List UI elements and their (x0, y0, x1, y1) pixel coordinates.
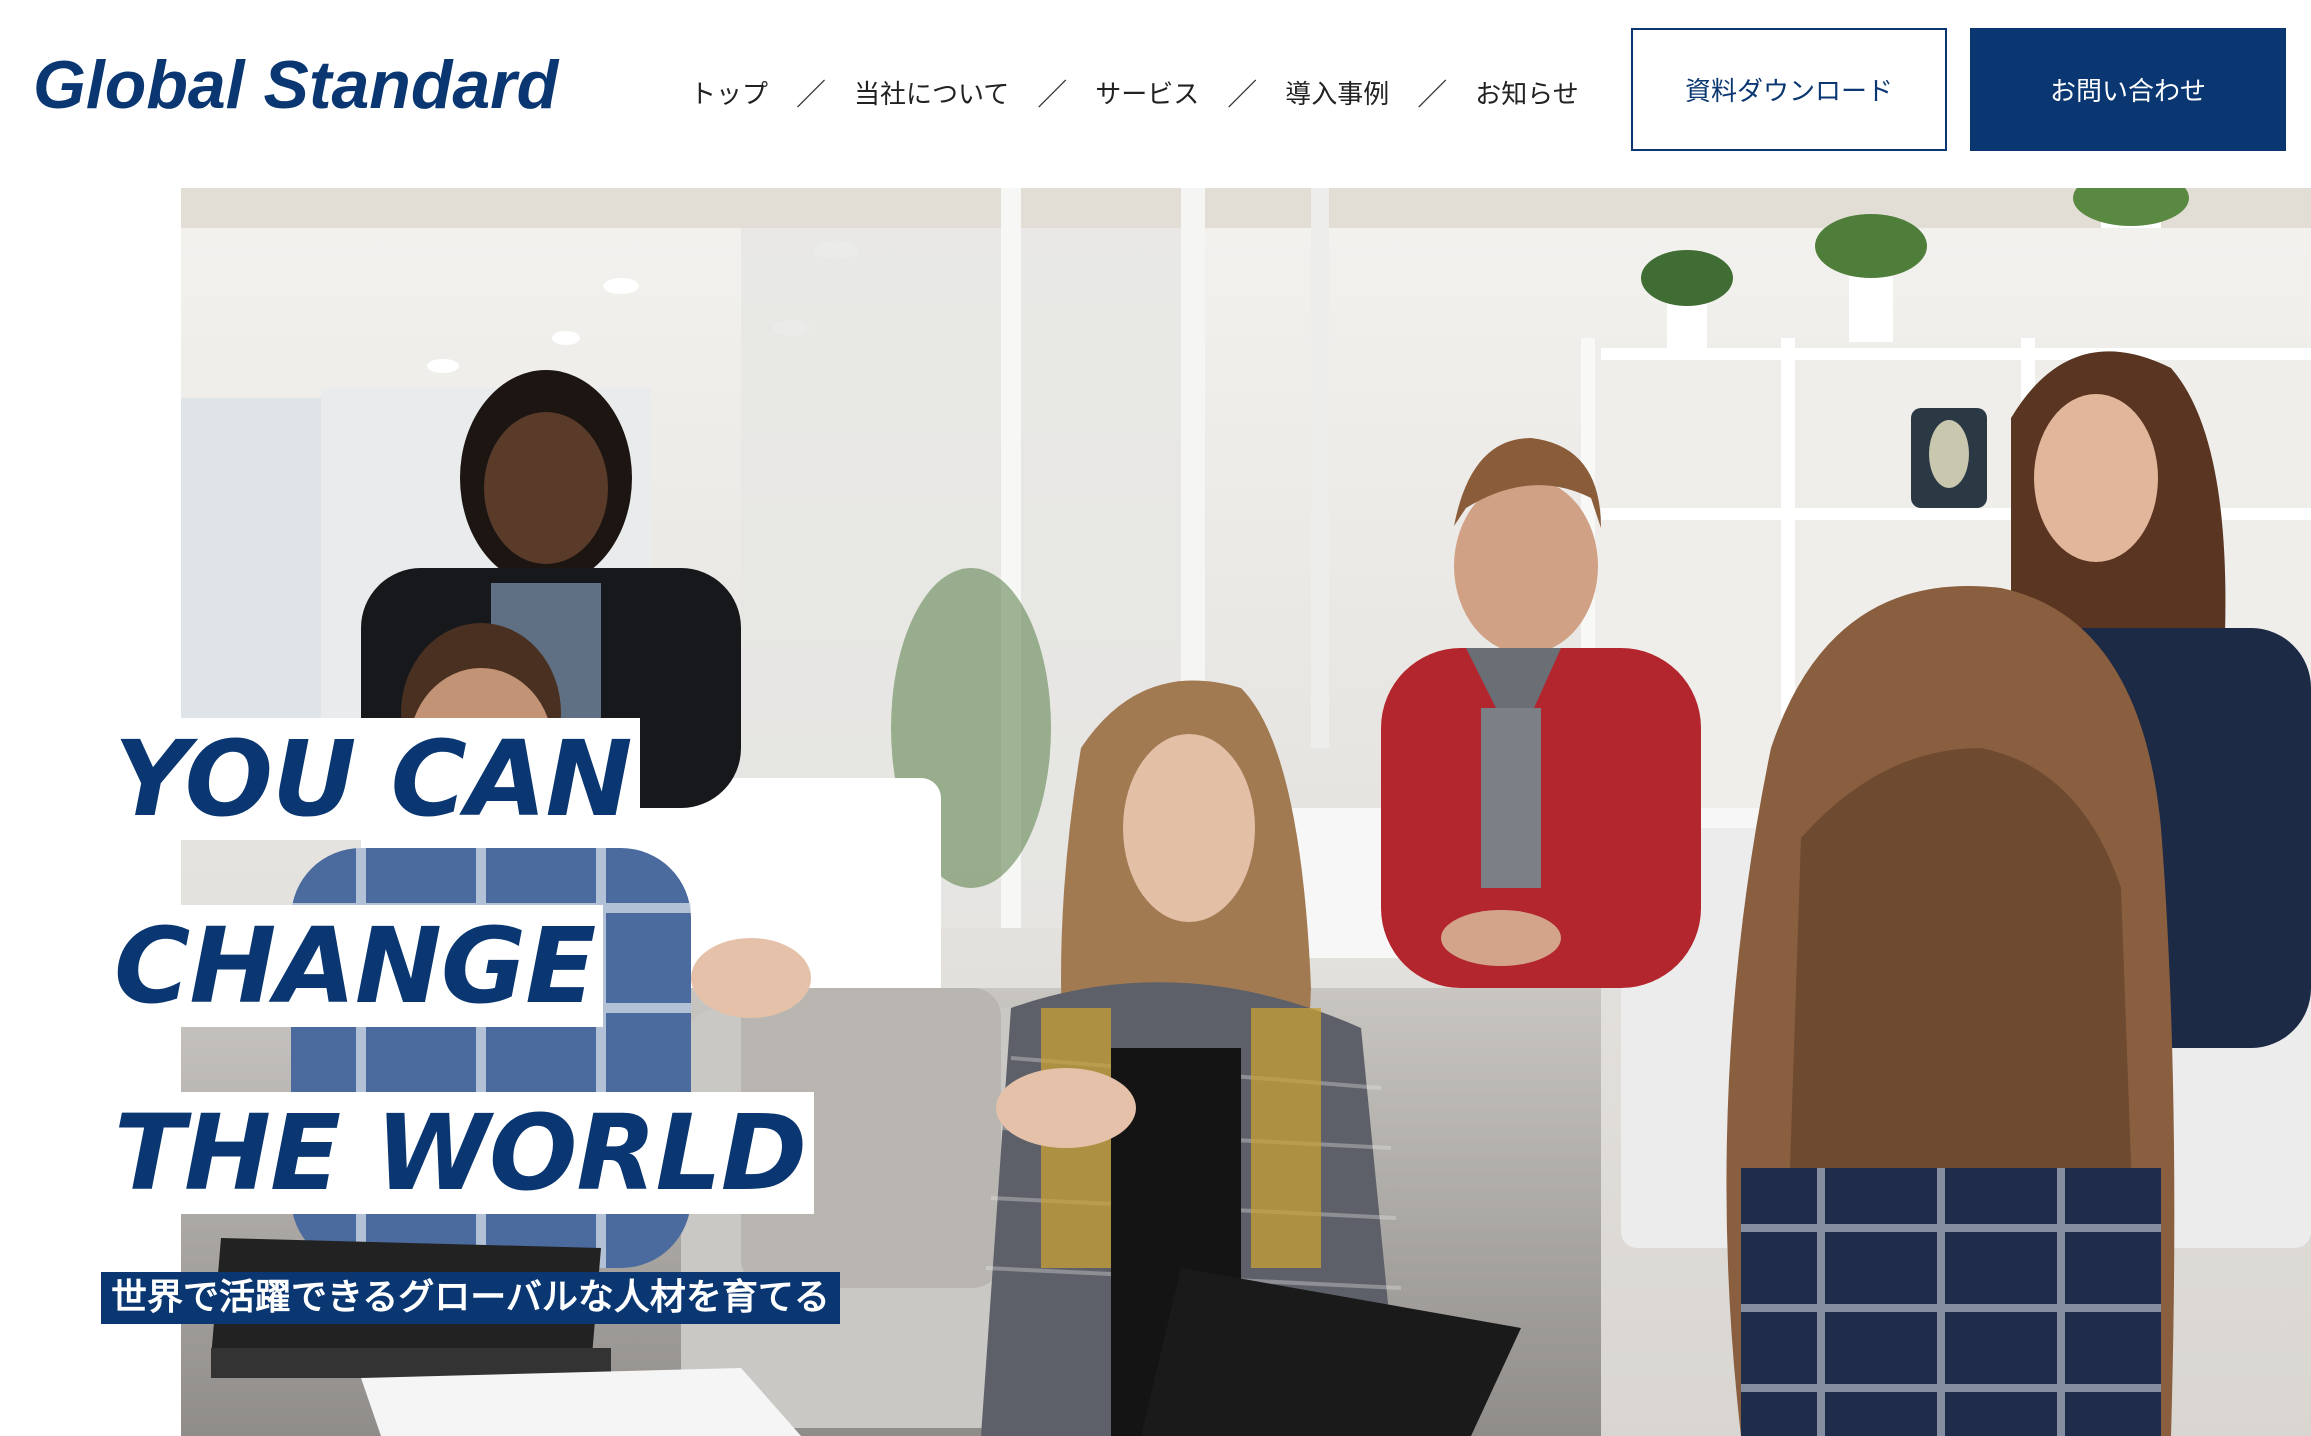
nav-separator: ／ (796, 78, 827, 113)
nav-separator: ／ (1417, 78, 1448, 113)
main-nav: トップ ／ 当社について ／ サービス ／ 導入事例 ／ お知らせ (690, 70, 1579, 114)
nav-item-top[interactable]: トップ (690, 74, 768, 111)
site-header: Global Standard トップ ／ 当社について ／ サービス ／ 導入… (0, 0, 2311, 188)
contact-button[interactable]: お問い合わせ (1970, 28, 2286, 151)
nav-item-case-studies[interactable]: 導入事例 (1285, 74, 1389, 111)
nav-separator: ／ (1227, 78, 1258, 113)
nav-item-news[interactable]: お知らせ (1475, 74, 1578, 111)
hero-headline-line-2: CHANGE (108, 905, 604, 1027)
nav-separator: ／ (1037, 78, 1068, 113)
hero-headline-line-1: YOU CAN (108, 718, 640, 840)
hero-headline-line-3: THE WORLD (108, 1092, 815, 1214)
nav-item-about[interactable]: 当社について (854, 74, 1009, 111)
nav-item-services[interactable]: サービス (1095, 74, 1199, 111)
download-documents-button[interactable]: 資料ダウンロード (1631, 28, 1947, 151)
site-logo[interactable]: Global Standard (33, 46, 558, 124)
hero-subtitle: 世界で活躍できるグローバルな人材を育てる (101, 1272, 840, 1324)
